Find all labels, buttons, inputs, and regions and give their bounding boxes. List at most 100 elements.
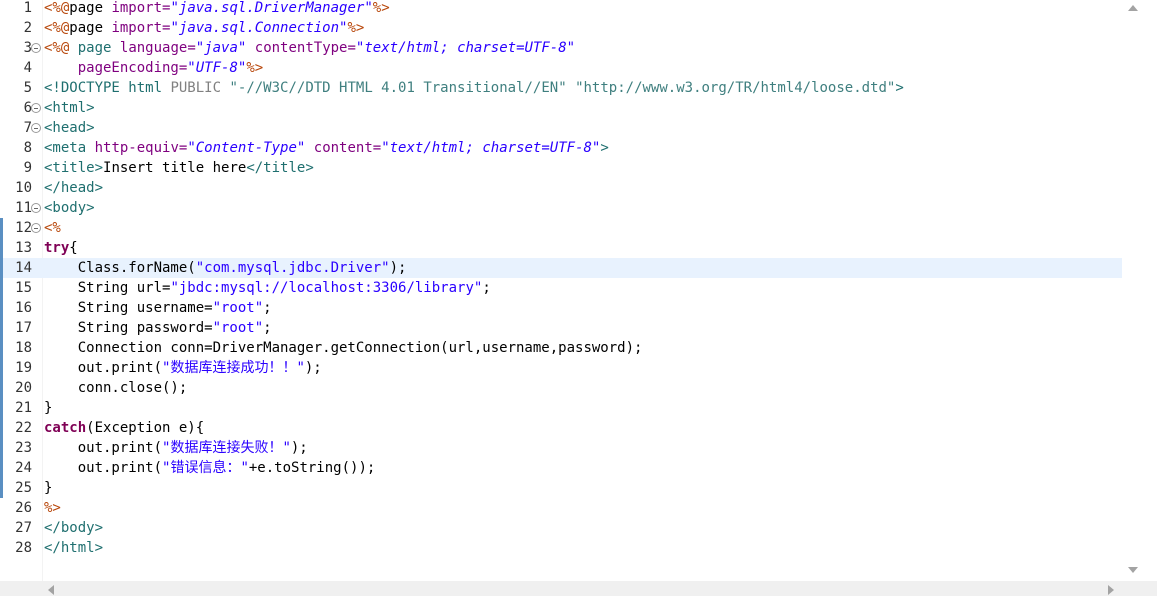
code-token: String username= bbox=[44, 300, 213, 316]
code-text: out.print("数据库连接成功！！"); bbox=[44, 358, 322, 378]
code-line[interactable]: 27 </body> bbox=[0, 518, 1122, 538]
code-line[interactable]: 14 Class.forName("com.mysql.jdbc.Driver"… bbox=[0, 258, 1122, 278]
code-line[interactable]: 18 Connection conn=DriverManager.getConn… bbox=[0, 338, 1122, 358]
scrollbar-corner bbox=[1122, 581, 1157, 596]
code-token: %> bbox=[44, 500, 61, 516]
code-editor[interactable]: 1 <%@page import="java.sql.DriverManager"… bbox=[0, 0, 1122, 581]
code-text: } bbox=[44, 478, 52, 498]
code-line[interactable]: 16 String username="root"; bbox=[0, 298, 1122, 318]
line-number: 6 bbox=[23, 100, 32, 116]
code-token: </body> bbox=[44, 520, 104, 536]
code-token: <html> bbox=[44, 100, 95, 116]
code-token: try bbox=[44, 240, 70, 256]
code-line[interactable]: 26 %> bbox=[0, 498, 1122, 518]
code-token: <% bbox=[44, 220, 61, 236]
code-line[interactable]: 8 <meta http-equiv="Content-Type" content… bbox=[0, 138, 1122, 158]
code-line[interactable]: 6 <html> bbox=[0, 98, 1122, 118]
horizontal-scrollbar-gutter bbox=[0, 581, 42, 596]
line-number: 8 bbox=[23, 140, 32, 156]
code-token: "Content-Type" bbox=[187, 140, 306, 156]
code-line[interactable]: 22 catch(Exception e){ bbox=[0, 418, 1122, 438]
line-number: 10 bbox=[15, 180, 32, 196]
code-token: <!DOCTYPE bbox=[44, 80, 120, 96]
scroll-down-arrow-icon[interactable] bbox=[1128, 567, 1138, 573]
code-token: out.print( bbox=[44, 360, 163, 376]
line-number: 20 bbox=[15, 380, 32, 396]
fold-collapse-icon[interactable] bbox=[31, 223, 41, 233]
code-text: Connection conn=DriverManager.getConnect… bbox=[44, 338, 643, 358]
line-number: 19 bbox=[15, 360, 32, 376]
code-text: </html> bbox=[44, 538, 103, 558]
code-token: ; bbox=[482, 280, 491, 296]
code-line[interactable]: 13 try{ bbox=[0, 238, 1122, 258]
code-line[interactable]: 25} bbox=[0, 478, 1122, 498]
code-line[interactable]: 10 </head> bbox=[0, 178, 1122, 198]
fold-collapse-icon[interactable] bbox=[31, 43, 41, 53]
code-token: } bbox=[44, 400, 53, 416]
code-line[interactable]: 12 <% bbox=[0, 218, 1122, 238]
code-token: </html> bbox=[44, 540, 104, 556]
line-number: 4 bbox=[23, 60, 32, 76]
scroll-right-arrow-icon[interactable] bbox=[1108, 585, 1114, 595]
code-line[interactable]: 1 <%@page import="java.sql.DriverManager"… bbox=[0, 0, 1122, 18]
code-token: +e.toString()); bbox=[248, 460, 376, 476]
code-text: </head> bbox=[44, 178, 103, 198]
code-token: "java.sql.DriverManager" bbox=[170, 0, 373, 16]
code-line[interactable]: 17 String password="root"; bbox=[0, 318, 1122, 338]
code-line[interactable]: 15 String url="jbdc:mysql://localhost:33… bbox=[0, 278, 1122, 298]
code-token: > bbox=[600, 140, 609, 156]
code-line[interactable]: 21} bbox=[0, 398, 1122, 418]
code-line[interactable]: 2 <%@page import="java.sql.Connection"%> bbox=[0, 18, 1122, 38]
code-text: pageEncoding="UTF-8"%> bbox=[44, 58, 263, 78]
code-token: </title> bbox=[246, 160, 314, 176]
line-number: 1 bbox=[23, 0, 32, 16]
code-line[interactable]: 28 </html> bbox=[0, 538, 1122, 558]
fold-collapse-icon[interactable] bbox=[31, 103, 41, 113]
code-text: String url="jbdc:mysql://localhost:3306/… bbox=[44, 278, 491, 298]
code-token: "-//W3C//DTD HTML 4.01 Transitional//EN" bbox=[229, 80, 567, 96]
vertical-scrollbar[interactable] bbox=[1122, 0, 1157, 581]
fold-collapse-icon[interactable] bbox=[31, 203, 41, 213]
scroll-up-arrow-icon[interactable] bbox=[1128, 5, 1138, 11]
code-line[interactable]: 20 conn.close(); bbox=[0, 378, 1122, 398]
code-token: String password= bbox=[44, 320, 213, 336]
code-text: String password="root"; bbox=[44, 318, 272, 338]
code-token: contentType= bbox=[254, 40, 356, 56]
code-token: "数据库连接成功！！" bbox=[162, 360, 305, 376]
line-number: 17 bbox=[15, 320, 32, 336]
code-token: "root" bbox=[212, 300, 264, 316]
line-number: 16 bbox=[15, 300, 32, 316]
code-text: <% bbox=[44, 218, 61, 238]
code-line[interactable]: 9 <title>Insert title here</title> bbox=[0, 158, 1122, 178]
code-text: out.print("错误信息："+e.toString()); bbox=[44, 458, 376, 478]
code-text: conn.close(); bbox=[44, 378, 188, 398]
code-text: %> bbox=[44, 498, 61, 518]
code-line[interactable]: 5 <!DOCTYPE html PUBLIC "-//W3C//DTD HTML… bbox=[0, 78, 1122, 98]
code-token: html bbox=[128, 80, 163, 96]
code-line[interactable]: 19 out.print("数据库连接成功！！"); bbox=[0, 358, 1122, 378]
code-line[interactable]: 11 <body> bbox=[0, 198, 1122, 218]
code-text: <title>Insert title here</title> bbox=[44, 158, 314, 178]
code-line[interactable]: 4 pageEncoding="UTF-8"%> bbox=[0, 58, 1122, 78]
code-text: <%@ page language="java" contentType="te… bbox=[44, 38, 575, 58]
code-line[interactable]: 24 out.print("错误信息："+e.toString()); bbox=[0, 458, 1122, 478]
fold-collapse-icon[interactable] bbox=[31, 123, 41, 133]
code-token: conn.close(); bbox=[44, 380, 188, 396]
code-token: pageEncoding= bbox=[77, 60, 188, 76]
code-token: <title> bbox=[44, 160, 104, 176]
code-token: ; bbox=[263, 300, 272, 316]
code-line[interactable]: 23 out.print("数据库连接失败！"); bbox=[0, 438, 1122, 458]
code-line[interactable]: 3 <%@ page language="java" contentType="t… bbox=[0, 38, 1122, 58]
code-line[interactable]: 7 <head> bbox=[0, 118, 1122, 138]
code-token: %> bbox=[246, 60, 264, 76]
code-text: <!DOCTYPE html PUBLIC "-//W3C//DTD HTML … bbox=[44, 78, 904, 98]
code-token: Insert title here bbox=[103, 160, 247, 176]
scroll-left-arrow-icon[interactable] bbox=[48, 585, 54, 595]
code-token: "http://www.w3.org/TR/html4/loose.dtd" bbox=[575, 80, 896, 96]
line-number: 25 bbox=[15, 480, 32, 496]
line-number: 27 bbox=[15, 520, 32, 536]
line-number: 3 bbox=[23, 40, 32, 56]
horizontal-scrollbar[interactable] bbox=[42, 581, 1122, 596]
